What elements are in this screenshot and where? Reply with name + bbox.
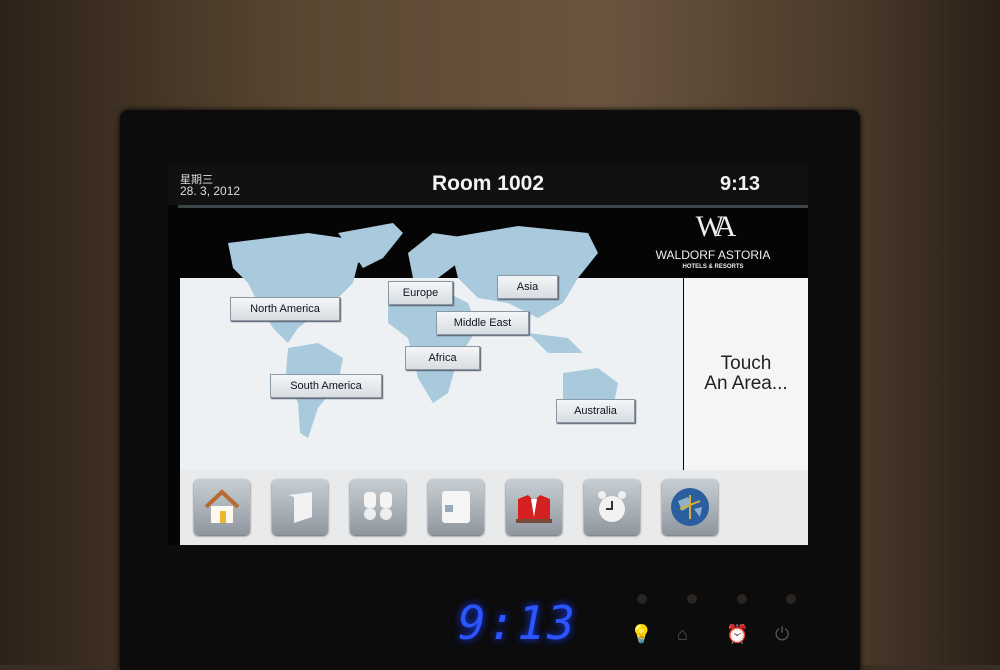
room-title: Room 1002 xyxy=(431,172,545,195)
indicator-led xyxy=(637,594,647,604)
header-time: 9:13 xyxy=(719,173,760,195)
world-map xyxy=(228,223,618,438)
region-south-america[interactable]: South America xyxy=(270,374,382,398)
indicator-led xyxy=(687,594,697,604)
world-clock-button[interactable] xyxy=(662,479,718,535)
region-middle-east[interactable]: Middle East xyxy=(436,311,529,335)
alarm-clock-icon xyxy=(598,491,626,522)
thermostat-icon xyxy=(442,491,470,523)
touch-screen: 星期三 28. 3, 2012 Room 1002 9:13 WA WALDOR… xyxy=(168,165,808,545)
region-australia[interactable]: Australia xyxy=(556,399,635,423)
asia-shape xyxy=(448,226,598,318)
logo-tagline: HOTELS & RESORTS xyxy=(682,264,744,270)
lights-icon xyxy=(364,492,392,520)
power-icon[interactable]: ⏻ xyxy=(775,624,789,645)
home-button[interactable] xyxy=(194,479,250,535)
alarm-clock-button[interactable] xyxy=(584,479,640,535)
region-asia[interactable]: Asia xyxy=(497,275,558,299)
header-bar: 星期三 28. 3, 2012 Room 1002 9:13 xyxy=(168,165,808,205)
home-icon[interactable]: ⌂ xyxy=(677,624,688,645)
alarm-clock-icon[interactable]: ⏰ xyxy=(726,624,748,645)
toolbar xyxy=(180,470,808,545)
touch-prompt: Touch An Area... xyxy=(684,278,808,470)
logo-monogram: WA xyxy=(695,210,737,243)
region-north-america[interactable]: North America xyxy=(230,297,340,321)
prompt-line-2: An Area... xyxy=(704,373,788,394)
region-africa[interactable]: Africa xyxy=(405,346,480,370)
front-led-clock: 9:13 xyxy=(458,596,577,650)
logo-name: WALDORF ASTORIA xyxy=(655,248,771,262)
prompt-line-1: Touch xyxy=(720,353,772,374)
waldorf-astoria-logo: WA WALDORF ASTORIA HOTELS & RESORTS xyxy=(638,210,788,270)
home-icon xyxy=(204,489,240,523)
curtain-button[interactable] xyxy=(272,479,328,535)
lights-button[interactable] xyxy=(350,479,406,535)
curtain-icon xyxy=(288,492,312,523)
butler-service-icon xyxy=(516,495,552,523)
indicator-led xyxy=(786,594,796,604)
light-bulb-icon[interactable]: 💡 xyxy=(630,624,652,645)
region-europe[interactable]: Europe xyxy=(388,281,453,305)
thermostat-button[interactable] xyxy=(428,479,484,535)
indonesia-shape xyxy=(528,333,583,353)
butler-service-button[interactable] xyxy=(506,479,562,535)
globe-icon xyxy=(671,488,709,526)
indicator-led xyxy=(737,594,747,604)
